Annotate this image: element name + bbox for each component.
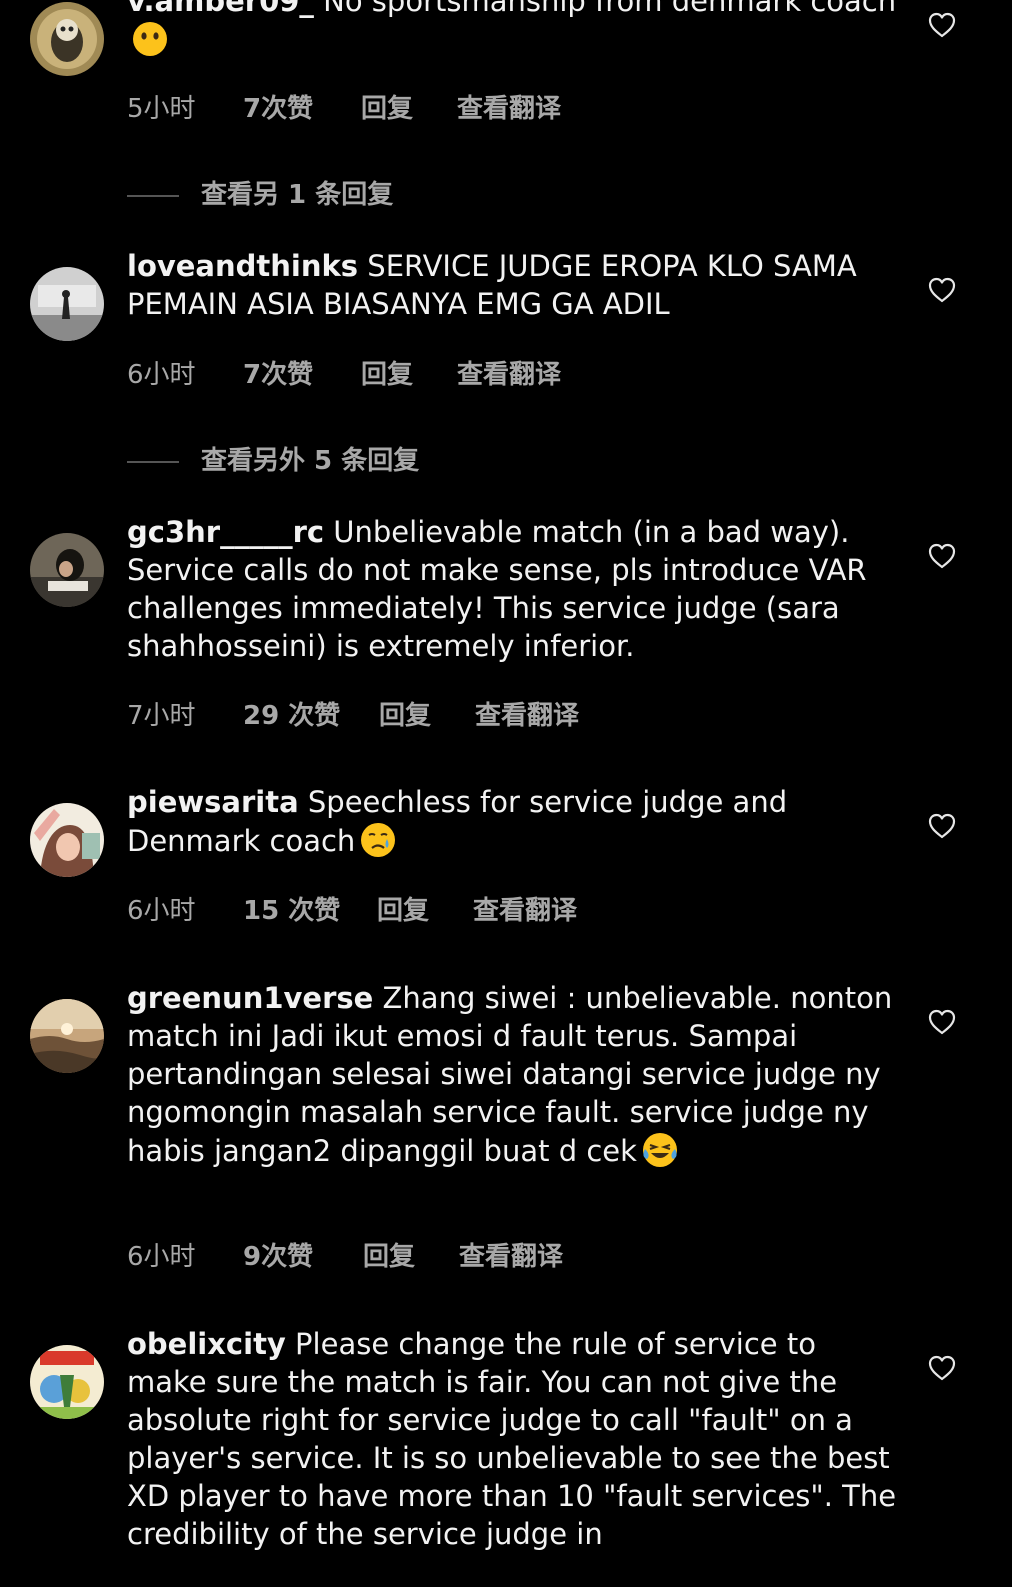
hushed-face-emoji <box>131 20 169 58</box>
comment-text: obelixcity Please change the rule of ser… <box>127 1325 897 1553</box>
reply-button[interactable]: 回复 <box>377 894 429 928</box>
comment-like-count[interactable]: 9次赞 <box>243 1240 313 1274</box>
avatar[interactable] <box>30 2 104 76</box>
comment-username[interactable]: v.amber09_ <box>127 0 314 18</box>
comment-text: loveandthinks SERVICE JUDGE EROPA KLO SA… <box>127 247 897 323</box>
comment-like-count[interactable]: 29 次赞 <box>243 699 340 733</box>
comment-like-count[interactable]: 7次赞 <box>243 92 313 126</box>
reply-button[interactable]: 回复 <box>361 92 413 126</box>
comment-time: 6小时 <box>127 896 196 926</box>
see-translation-button[interactable]: 查看翻译 <box>473 894 577 928</box>
comment-like-count[interactable]: 7次赞 <box>243 358 313 392</box>
tears-of-joy-emoji <box>641 1131 679 1169</box>
reply-button[interactable]: 回复 <box>363 1240 415 1274</box>
reply-button[interactable]: 回复 <box>361 358 413 392</box>
heart-outline-icon[interactable] <box>928 813 956 839</box>
see-translation-button[interactable]: 查看翻译 <box>459 1240 563 1274</box>
view-replies-label: 查看另外 5 条回复 <box>201 446 420 476</box>
comment-like-count[interactable]: 15 次赞 <box>243 894 340 928</box>
comment-username[interactable]: obelixcity <box>127 1327 286 1361</box>
comment-body: No sportsmanship from denmark coach <box>313 0 897 18</box>
comment-username[interactable]: greenun1verse <box>127 981 373 1015</box>
heart-outline-icon[interactable] <box>928 277 956 303</box>
replies-divider <box>127 195 179 197</box>
avatar[interactable] <box>30 803 104 877</box>
reply-button[interactable]: 回复 <box>379 699 431 733</box>
comment-time: 5小时 <box>127 94 196 124</box>
avatar[interactable] <box>30 999 104 1073</box>
heart-outline-icon[interactable] <box>928 12 956 38</box>
view-replies-label: 查看另 1 条回复 <box>201 180 394 210</box>
comment-text: piewsarita Speechless for service judge … <box>127 783 897 860</box>
crying-face-emoji <box>359 821 397 859</box>
heart-outline-icon[interactable] <box>928 543 956 569</box>
see-translation-button[interactable]: 查看翻译 <box>475 699 579 733</box>
comment-username[interactable]: loveandthinks <box>127 249 358 283</box>
avatar[interactable] <box>30 533 104 607</box>
comment-time: 6小时 <box>127 360 196 390</box>
heart-outline-icon[interactable] <box>928 1009 956 1035</box>
comment-text: greenun1verse Zhang siwei : unbelievable… <box>127 979 897 1170</box>
comment-text: v.amber09_ No sportsmanship from denmark… <box>127 0 897 59</box>
avatar[interactable] <box>30 1345 104 1419</box>
see-translation-button[interactable]: 查看翻译 <box>457 358 561 392</box>
comment-username[interactable]: gc3hr_____rc <box>127 515 324 549</box>
replies-divider <box>127 461 179 463</box>
avatar[interactable] <box>30 267 104 341</box>
heart-outline-icon[interactable] <box>928 1355 956 1381</box>
see-translation-button[interactable]: 查看翻译 <box>457 92 561 126</box>
comment-time: 7小时 <box>127 701 196 731</box>
comment-time: 6小时 <box>127 1242 196 1272</box>
comment-username[interactable]: piewsarita <box>127 785 299 819</box>
comment-text: gc3hr_____rc Unbelievable match (in a ba… <box>127 513 897 665</box>
